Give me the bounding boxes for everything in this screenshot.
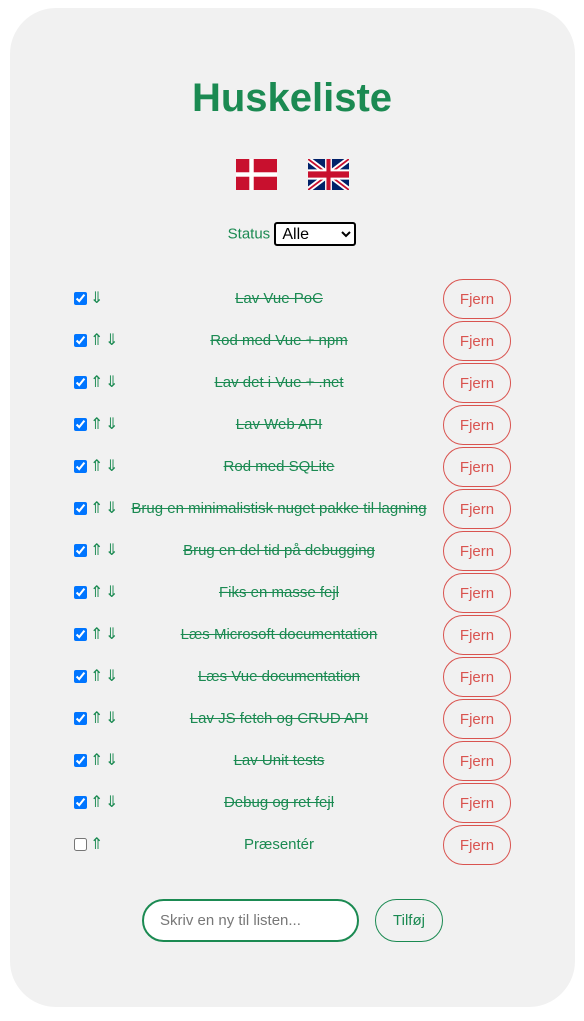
todo-text: Lav det i Vue + .net [214,374,344,391]
todo-text: Lav Web API [235,416,323,433]
todo-item: ⇓ Lav Vue PoC Fjern [0,278,584,320]
todo-text: Fiks en masse fejl [218,584,340,601]
todo-list: ⇓ Lav Vue PoC Fjern ⇑ ⇓ Rod med Vue + npm Fjer… [0,278,584,866]
remove-button[interactable]: Fjern [443,783,511,823]
todo-item: ⇑ ⇓ Læs Vue documentation Fjern [0,656,584,698]
todo-done-checkbox[interactable] [74,670,87,683]
todo-text: Rod med SQLite [223,458,335,475]
remove-button[interactable]: Fjern [443,699,511,739]
todo-text: Præsentér [243,836,315,853]
remove-button[interactable]: Fjern [443,279,511,319]
todo-text: Lav JS fetch og CRUD API [189,710,369,727]
todo-item: ⇑ ⇓ Brug en del tid på debugging Fjern [0,530,584,572]
todo-item: ⇑ Præsentér Fjern [0,824,584,866]
todo-done-checkbox[interactable] [74,418,87,431]
todo-item: ⇑ ⇓ Lav Web API Fjern [0,404,584,446]
todo-done-checkbox[interactable] [74,586,87,599]
todo-done-checkbox[interactable] [74,712,87,725]
todo-text: Lav Unit tests [233,752,325,769]
todo-item: ⇑ ⇓ Rod med Vue + npm Fjern [0,320,584,362]
status-filter: Status Alle [0,222,584,248]
todo-text: Læs Vue documentation [197,668,361,685]
remove-button[interactable]: Fjern [443,321,511,361]
uk-flag-icon[interactable] [308,159,349,190]
remove-button[interactable]: Fjern [443,825,511,865]
page-title: Huskeliste [191,76,393,120]
todo-done-checkbox[interactable] [74,376,87,389]
todo-done-checkbox[interactable] [74,460,87,473]
todo-item: ⇑ ⇓ Fiks en masse fejl Fjern [0,572,584,614]
remove-button[interactable]: Fjern [443,573,511,613]
todo-item: ⇑ ⇓ Lav Unit tests Fjern [0,740,584,782]
todo-item: ⇑ ⇓ Debug og ret fejl Fjern [0,782,584,824]
todo-item: ⇑ ⇓ Lav det i Vue + .net Fjern [0,362,584,404]
todo-text: Rod med Vue + npm [210,332,348,349]
todo-done-checkbox[interactable] [74,334,87,347]
remove-button[interactable]: Fjern [443,657,511,697]
todo-done-checkbox[interactable] [74,628,87,641]
todo-text: Lav Vue PoC [235,290,323,307]
remove-button[interactable]: Fjern [443,741,511,781]
remove-button[interactable]: Fjern [443,615,511,655]
status-select[interactable]: Alle [274,222,357,246]
todo-done-checkbox[interactable] [74,796,87,809]
status-label: Status [227,225,271,243]
todo-done-checkbox[interactable] [74,292,87,305]
remove-button[interactable]: Fjern [443,531,511,571]
todo-done-checkbox[interactable] [74,754,87,767]
todo-item: ⇑ ⇓ Læs Microsoft documentation Fjern [0,614,584,656]
todo-done-checkbox[interactable] [74,544,87,557]
todo-item: ⇑ ⇓ Rod med SQLite Fjern [0,446,584,488]
remove-button[interactable]: Fjern [443,405,511,445]
remove-button[interactable]: Fjern [443,489,511,529]
todo-text: Brug en del tid på debugging [183,542,375,559]
add-button[interactable]: Tilføj [375,899,443,942]
todo-done-checkbox[interactable] [74,838,87,851]
language-switcher [0,159,584,191]
remove-button[interactable]: Fjern [443,363,511,403]
danish-flag-icon[interactable] [236,159,277,190]
todo-text: Brug en minimalistisk nuget pakke til la… [131,500,427,517]
remove-button[interactable]: Fjern [443,447,511,487]
todo-item: ⇑ ⇓ Brug en minimalistisk nuget pakke til … [0,488,584,530]
todo-done-checkbox[interactable] [74,502,87,515]
new-item-input[interactable] [142,899,359,942]
todo-text: Læs Microsoft documentation [180,626,378,643]
todo-item: ⇑ ⇓ Lav JS fetch og CRUD API Fjern [0,698,584,740]
todo-text: Debug og ret fejl [223,794,335,811]
